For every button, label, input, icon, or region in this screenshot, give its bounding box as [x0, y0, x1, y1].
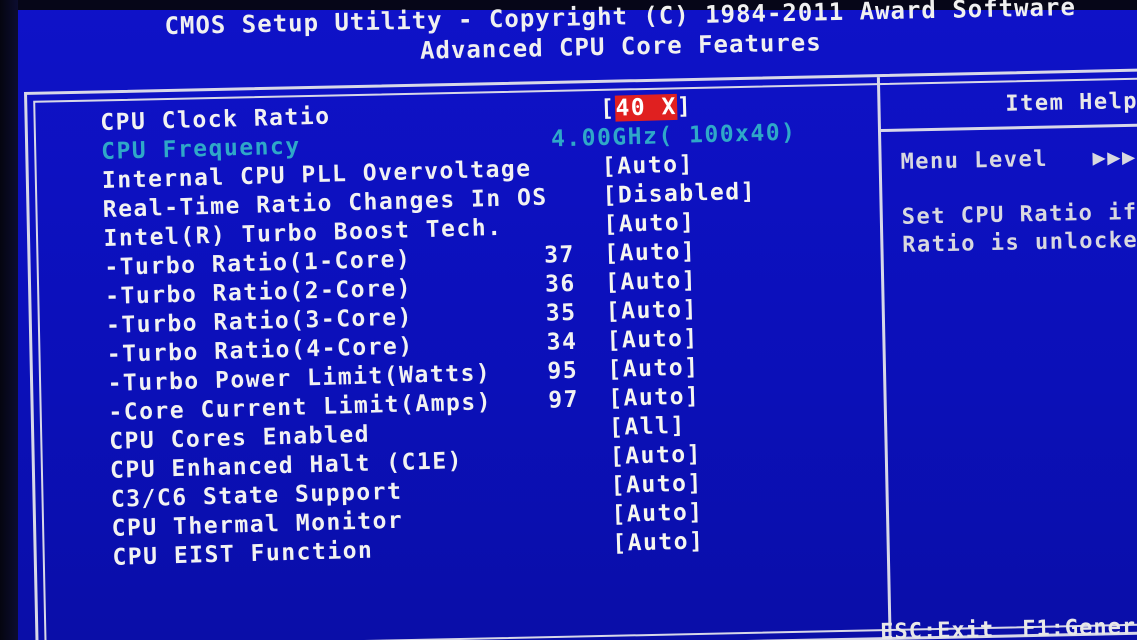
setting-value[interactable]: [Auto]	[610, 470, 703, 499]
setting-value[interactable]: [Auto]	[603, 209, 696, 238]
setting-value[interactable]: [Auto]	[606, 325, 699, 354]
settings-list: CPU Clock Ratio [40 X] CPU Frequency 4.0…	[100, 89, 873, 580]
setting-number: 36	[544, 270, 577, 298]
setting-number: 35	[545, 299, 577, 327]
monitor-bezel-left	[0, 0, 18, 640]
setting-value[interactable]: [Auto]	[605, 267, 698, 296]
bracket-open: [	[599, 95, 616, 123]
setting-label: CPU Clock Ratio	[100, 103, 331, 136]
bios-screen: CMOS Setup Utility - Copyright (C) 1984-…	[0, 0, 1137, 640]
setting-number: 97	[547, 386, 580, 414]
setting-value[interactable]: [Auto]	[601, 151, 694, 180]
setting-value: 4.00GHz( 100x40)	[550, 119, 797, 153]
bracket-close: ]	[676, 93, 693, 120]
help-description: Set CPU Ratio if Ratio is unlocke	[901, 198, 1137, 259]
setting-value[interactable]: [Auto]	[611, 499, 704, 528]
setting-value[interactable]: [Auto]	[604, 238, 697, 267]
setting-value[interactable]: [Disabled]	[602, 179, 756, 209]
setting-value[interactable]: [Auto]	[608, 383, 701, 412]
f1-general-help-hint[interactable]: F1:Gener	[1022, 615, 1136, 640]
setting-value[interactable]: [Auto]	[612, 528, 705, 557]
setting-value[interactable]: [Auto]	[607, 354, 700, 383]
setting-number: 95	[547, 357, 579, 385]
bios-header: CMOS Setup Utility - Copyright (C) 1984-…	[120, 0, 1121, 72]
esc-exit-hint[interactable]: ESC:Exit	[880, 618, 994, 640]
item-help-title: Item Help	[1005, 88, 1137, 117]
menu-level-arrows-icon: ▶▶▶	[1092, 144, 1137, 171]
setting-value[interactable]: [40 X]	[600, 93, 693, 122]
setting-number: 34	[546, 328, 578, 356]
selected-value-highlight[interactable]: 40 X	[615, 93, 678, 122]
menu-level-label: Menu Level	[900, 146, 1049, 175]
setting-label: CPU Frequency	[100, 133, 301, 165]
setting-value[interactable]: [Auto]	[605, 296, 698, 325]
setting-value[interactable]: [Auto]	[610, 441, 703, 470]
help-description-line: Ratio is unlocke	[902, 227, 1137, 258]
setting-value[interactable]: [All]	[609, 413, 686, 441]
setting-number: 37	[543, 241, 576, 269]
